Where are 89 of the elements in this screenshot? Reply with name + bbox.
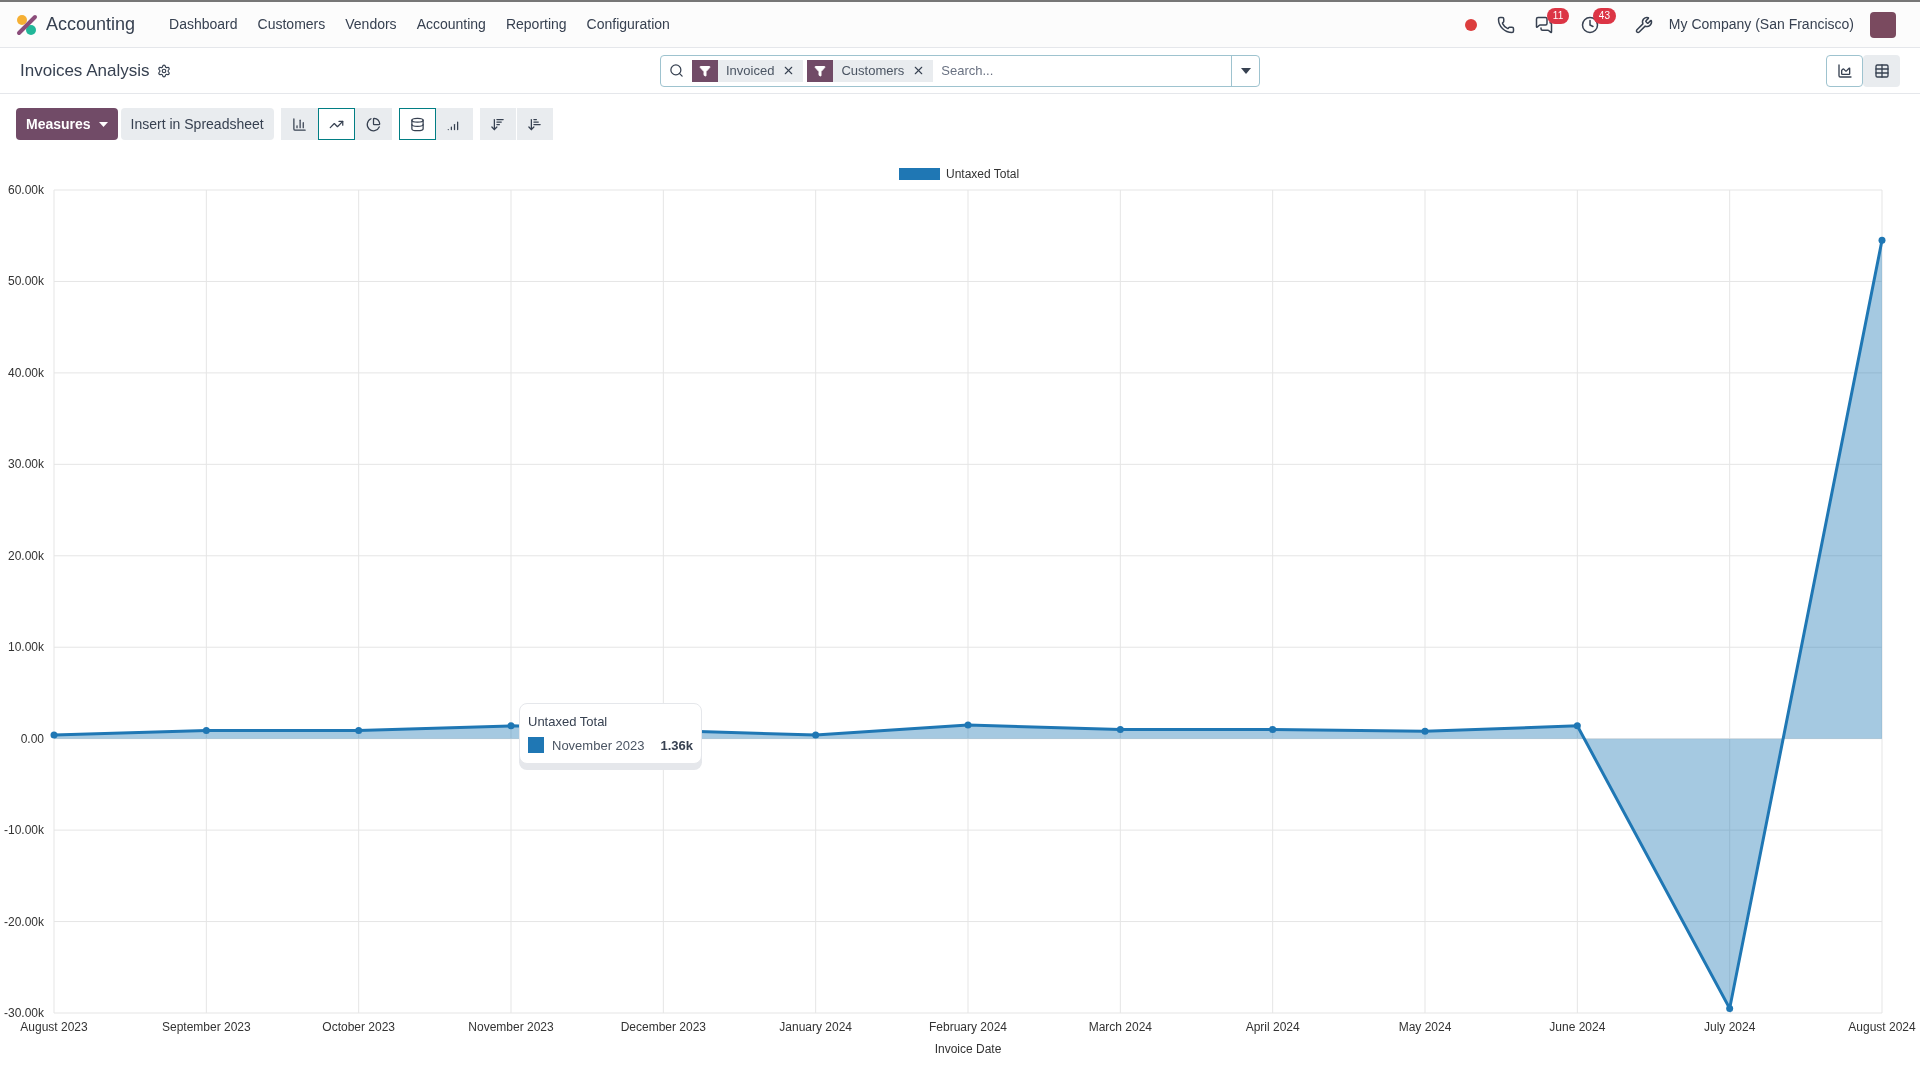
x-axis-title: Invoice Date [934, 1042, 1002, 1056]
x-axis-label: November 2023 [468, 1020, 554, 1034]
cumulative-toggle[interactable] [435, 108, 473, 140]
message-count-badge: 11 [1546, 7, 1570, 24]
y-axis-label: 50.00k [7, 274, 44, 289]
caret-icon [98, 121, 108, 127]
y-axis-label: 30.00k [7, 457, 44, 472]
data-point[interactable] [1878, 236, 1886, 244]
data-point[interactable] [355, 726, 363, 734]
x-axis-label: June 2024 [1549, 1020, 1606, 1034]
y-axis-label: -30.00k [3, 1006, 44, 1020]
activity-count-badge: 43 [1592, 7, 1616, 24]
search-icon [669, 63, 684, 78]
stacked-toggle[interactable] [398, 108, 436, 140]
x-axis-label: May 2024 [1398, 1020, 1452, 1034]
caret-icon [1240, 67, 1251, 74]
tooltip-label: November 2023 [552, 736, 645, 755]
x-axis-label: March 2024 [1088, 1020, 1152, 1034]
app-name[interactable]: Accounting [46, 11, 136, 38]
data-point[interactable] [1421, 727, 1429, 735]
sort-button[interactable] [479, 108, 517, 140]
view-switch-button[interactable] [1826, 54, 1863, 87]
x-axis-label: February 2024 [929, 1020, 1007, 1034]
filter-icon [692, 59, 718, 82]
data-point[interactable] [202, 726, 210, 734]
tools-icon[interactable] [1634, 15, 1653, 34]
data-point[interactable] [1573, 722, 1581, 730]
data-point[interactable] [1726, 1004, 1734, 1012]
x-axis-label: January 2024 [779, 1020, 853, 1034]
data-point[interactable] [1116, 726, 1124, 733]
filter-facet[interactable]: Invoiced [692, 59, 804, 82]
nav-menu-item[interactable]: Vendors [335, 10, 407, 39]
settings-icon[interactable] [157, 63, 172, 78]
sort-icon [527, 116, 543, 132]
legend-label: Untaxed Total [946, 167, 1020, 181]
facet-label: Invoiced [725, 61, 776, 80]
filter-facet[interactable]: Customers [807, 59, 934, 82]
tooltip-title: Untaxed Total [528, 713, 609, 731]
search-input[interactable]: Search... [937, 55, 1231, 86]
y-axis-label: 60.00k [7, 183, 44, 197]
bar-chart-icon [291, 116, 307, 132]
nav-menu-item[interactable]: Dashboard [159, 10, 248, 39]
tooltip-value: 1.36k [660, 736, 694, 755]
data-point[interactable] [50, 731, 58, 739]
activity-clock-icon[interactable] [1580, 15, 1599, 34]
x-axis-label: April 2024 [1245, 1020, 1300, 1034]
y-axis-label: -20.00k [3, 914, 44, 929]
data-point[interactable] [964, 721, 972, 729]
nav-menu-item[interactable]: Reporting [495, 10, 577, 39]
chart-type-button[interactable] [317, 108, 355, 140]
measures-button[interactable]: Measures [16, 108, 118, 140]
stacked-icon [409, 116, 425, 132]
nav-menu-item[interactable]: Configuration [576, 10, 680, 39]
tooltip-swatch [528, 737, 544, 754]
insert-spreadsheet-button[interactable]: Insert in Spreadsheet [120, 108, 274, 140]
company-name[interactable]: My Company (San Francisco) [1668, 14, 1854, 35]
data-point[interactable] [507, 722, 515, 730]
sort-icon [490, 116, 506, 132]
user-avatar[interactable] [1870, 11, 1896, 38]
facet-label: Customers [840, 61, 906, 80]
data-point[interactable] [812, 731, 820, 739]
x-axis-label: August 2024 [1848, 1020, 1916, 1034]
y-axis-label: 20.00k [7, 548, 44, 563]
app-logo[interactable] [16, 13, 38, 36]
chart-type-button[interactable] [354, 108, 392, 140]
pie-chart-icon [365, 116, 381, 132]
x-axis-label: August 2023 [20, 1020, 88, 1034]
x-axis-label: October 2023 [322, 1020, 396, 1034]
x-axis-label: December 2023 [620, 1020, 707, 1034]
y-axis-label: -10.00k [3, 823, 44, 838]
x-axis-label: September 2023 [161, 1020, 251, 1034]
table-icon [1873, 62, 1890, 79]
nav-menu-item[interactable]: Accounting [406, 10, 496, 39]
page-title: Invoices Analysis [20, 59, 150, 82]
x-axis-label: July 2024 [1704, 1020, 1756, 1034]
sort-button[interactable] [516, 108, 554, 140]
search-bar[interactable]: Invoiced Customers Search... [660, 54, 1260, 87]
filter-icon [807, 59, 834, 82]
phone-icon[interactable] [1496, 15, 1515, 34]
view-switch-button[interactable] [1863, 54, 1900, 87]
y-axis-label: 40.00k [7, 365, 44, 380]
chat-icon[interactable] [1534, 15, 1553, 34]
data-point[interactable] [1269, 726, 1277, 733]
area-chart-icon [1836, 62, 1853, 79]
legend-swatch[interactable] [899, 168, 940, 180]
y-axis-label: 10.00k [7, 640, 44, 655]
nav-menu-item[interactable]: Customers [247, 10, 336, 39]
y-axis-label: 0.00 [20, 731, 44, 746]
chart-type-button[interactable] [280, 108, 318, 140]
